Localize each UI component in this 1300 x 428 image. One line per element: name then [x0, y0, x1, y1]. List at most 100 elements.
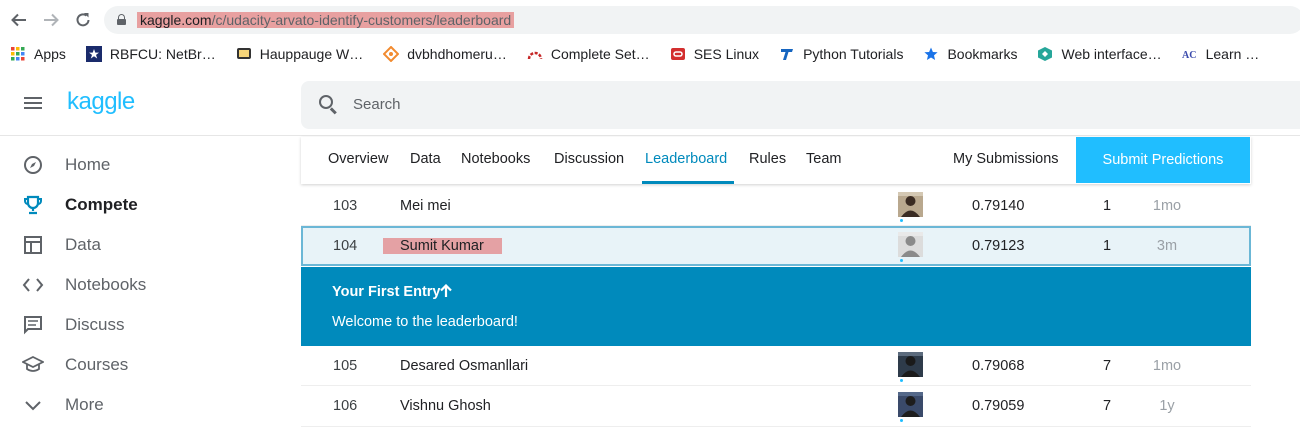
tab-discussion[interactable]: Discussion	[554, 151, 624, 167]
svg-text:AC: AC	[1182, 50, 1196, 61]
team-name-link[interactable]: Sumit Kumar	[383, 238, 502, 254]
diamond-icon	[383, 46, 400, 62]
competition-tabs: Overview Data Notebooks Discussion Leade…	[301, 137, 1251, 184]
bookmark-label: RBFCU: NetBr…	[109, 46, 216, 62]
rank-cell: 104	[333, 238, 358, 254]
oracle-icon	[670, 46, 686, 62]
avatar[interactable]	[898, 232, 923, 257]
school-icon	[22, 354, 44, 376]
tab-data[interactable]: Data	[410, 151, 441, 167]
sidebar-item-more[interactable]: More	[0, 385, 290, 425]
rank-cell: 106	[333, 398, 358, 414]
table-row[interactable]: 106 Vishnu Ghosh 0.79059 7 1y	[301, 386, 1251, 426]
compass-icon	[22, 154, 44, 176]
trophy-icon	[22, 194, 44, 216]
sidebar-item-courses[interactable]: Courses	[0, 345, 290, 385]
bookmark-label: Apps	[34, 46, 66, 62]
tier-indicator	[900, 419, 903, 422]
sidebar-item-notebooks[interactable]: Notebooks	[0, 265, 290, 305]
avatar[interactable]	[898, 192, 923, 217]
bookmark-label: Complete Set…	[550, 46, 650, 62]
entries-cell: 1	[1103, 198, 1112, 214]
table-row[interactable]: 104 Sumit Kumar 0.79123 1 3m	[301, 226, 1251, 266]
url-text: kaggle.com/c/udacity-arvato-identify-cus…	[137, 12, 515, 28]
sidebar-item-data[interactable]: Data	[0, 225, 290, 265]
code-icon	[22, 274, 44, 296]
sidebar-item-label: Notebooks	[65, 275, 147, 294]
reload-icon[interactable]	[72, 9, 94, 31]
arc-icon	[527, 46, 543, 62]
sidebar-item-label: Data	[65, 235, 101, 254]
entries-cell: 1	[1103, 238, 1112, 254]
address-bar[interactable]: kaggle.com/c/udacity-arvato-identify-cus…	[104, 6, 1300, 34]
bookmark-label: Hauppauge W…	[259, 46, 364, 62]
avatar[interactable]	[898, 352, 923, 377]
bookmark-label: SES Linux	[693, 46, 760, 62]
bookmark-item[interactable]: Web interface…	[1037, 46, 1162, 62]
sidebar-item-label: More	[65, 395, 104, 414]
rank-cell: 103	[333, 198, 358, 214]
browser-toolbar: kaggle.com/c/udacity-arvato-identify-cus…	[0, 0, 1300, 40]
sidebar-item-label: Courses	[65, 355, 129, 374]
last-submission-cell: 3m	[1156, 238, 1178, 254]
sidebar-item-compete[interactable]: Compete	[0, 185, 290, 225]
last-submission-cell: 1y	[1159, 398, 1175, 414]
score-cell: 0.79140	[972, 198, 1025, 214]
search-input[interactable]: Search	[301, 81, 1300, 129]
first-entry-banner: Your First Entry Welcome to the leaderbo…	[301, 267, 1251, 346]
score-cell: 0.79068	[972, 358, 1025, 374]
avatar[interactable]	[898, 392, 923, 417]
bookmark-item[interactable]: SES Linux	[670, 46, 759, 62]
bookmark-item[interactable]: Python Tutorials	[779, 46, 903, 62]
sidebar-item-label: Home	[65, 155, 111, 174]
sidebar-item-home[interactable]: Home	[0, 145, 290, 185]
bookmark-label: Python Tutorials	[803, 46, 904, 62]
banner-message: Welcome to the leaderboard!	[332, 314, 518, 330]
team-name-link[interactable]: Vishnu Ghosh	[400, 398, 491, 414]
banner-title: Your First Entry	[332, 284, 441, 300]
team-name-link[interactable]: Mei mei	[400, 198, 451, 214]
arrow-up-icon	[440, 283, 452, 298]
my-submissions-link[interactable]: My Submissions	[953, 151, 1059, 167]
sidebar-item-discuss[interactable]: Discuss	[0, 305, 290, 345]
score-cell: 0.79059	[972, 398, 1025, 414]
star-badge-icon	[85, 46, 102, 62]
chevron-down-icon	[22, 394, 44, 416]
sidebar-item-label: Discuss	[65, 315, 125, 334]
tab-overview[interactable]: Overview	[328, 151, 388, 167]
bookmark-item[interactable]: dvbhdhomeru…	[383, 46, 507, 62]
apps-grid-icon	[10, 46, 26, 62]
bookmarks-bar: Apps RBFCU: NetBr… Hauppauge W… dvbhdhomeru…	[0, 40, 1300, 68]
tv-icon	[236, 46, 252, 62]
bookmark-item[interactable]: Complete Set…	[527, 46, 650, 62]
bookmark-item[interactable]: Hauppauge W…	[236, 46, 364, 62]
back-arrow-icon[interactable]	[8, 9, 30, 31]
bookmark-label: Learn …	[1205, 46, 1260, 62]
table-row[interactable]: 103 Mei mei 0.79140 1 1mo	[301, 186, 1251, 226]
table-row[interactable]: 105 Desared Osmanllari 0.79068 7 1mo	[301, 346, 1251, 386]
tab-team[interactable]: Team	[806, 151, 841, 167]
t-logo-icon	[779, 46, 795, 62]
search-icon	[319, 95, 339, 115]
kaggle-logo[interactable]: kaggle	[67, 88, 135, 116]
star-icon	[923, 46, 939, 62]
tier-indicator	[900, 379, 903, 382]
tab-rules[interactable]: Rules	[749, 151, 786, 167]
tab-leaderboard[interactable]: Leaderboard	[645, 151, 727, 167]
bookmark-item[interactable]: Apps	[10, 46, 66, 62]
bookmark-label: Bookmarks	[947, 46, 1018, 62]
bookmark-label: dvbhdhomeru…	[407, 46, 507, 62]
submit-predictions-button[interactable]: Submit Predictions	[1076, 137, 1250, 183]
tab-notebooks[interactable]: Notebooks	[461, 151, 530, 167]
tier-indicator	[900, 259, 903, 262]
search-placeholder: Search	[353, 96, 401, 113]
menu-icon[interactable]	[24, 97, 42, 109]
bookmark-item[interactable]: AC Learn …	[1182, 46, 1260, 62]
bookmark-label: Web interface…	[1061, 46, 1162, 62]
row-divider	[301, 225, 1251, 226]
bookmark-item[interactable]: RBFCU: NetBr…	[85, 46, 216, 62]
bookmark-item[interactable]: Bookmarks	[923, 46, 1017, 62]
forward-arrow-icon[interactable]	[40, 9, 62, 31]
cube-icon	[1037, 46, 1053, 62]
team-name-link[interactable]: Desared Osmanllari	[400, 358, 528, 374]
